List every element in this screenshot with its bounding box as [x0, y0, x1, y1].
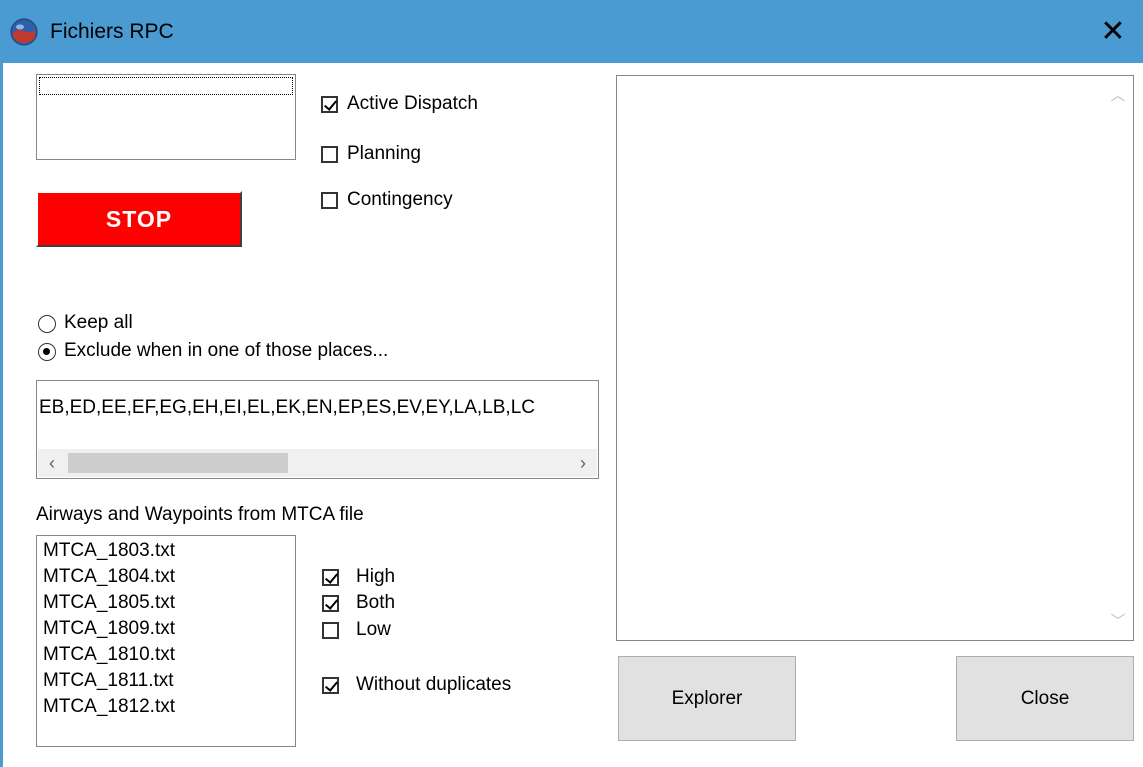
- scroll-left-icon[interactable]: ‹: [38, 449, 66, 477]
- globe-app-icon: [10, 18, 38, 46]
- close-icon: ✕: [1100, 15, 1126, 48]
- high-checkbox[interactable]: [322, 569, 339, 586]
- both-checkbox[interactable]: [322, 595, 339, 612]
- scroll-up-icon[interactable]: ︿: [1103, 82, 1133, 110]
- close-button[interactable]: Close: [956, 656, 1134, 741]
- status-listbox[interactable]: [36, 74, 296, 160]
- focus-rectangle: [39, 77, 293, 95]
- both-label[interactable]: Both: [356, 592, 395, 614]
- window-title: Fichiers RPC: [50, 20, 174, 43]
- list-item[interactable]: MTCA_1804.txt: [43, 564, 175, 590]
- exclude-places-radio[interactable]: [38, 343, 56, 361]
- scroll-right-icon[interactable]: ›: [569, 449, 597, 477]
- keep-all-radio[interactable]: [38, 315, 56, 333]
- list-item[interactable]: MTCA_1805.txt: [43, 590, 175, 616]
- fichiers-rpc-window: Fichiers RPC ✕ STOP Active Dispatch Plan…: [0, 0, 1143, 767]
- title-bar[interactable]: Fichiers RPC ✕: [0, 0, 1143, 63]
- low-checkbox[interactable]: [322, 622, 339, 639]
- exclude-places-label[interactable]: Exclude when in one of those places...: [64, 340, 388, 362]
- scroll-down-icon[interactable]: ﹀: [1103, 608, 1133, 636]
- list-item[interactable]: MTCA_1810.txt: [43, 642, 175, 668]
- planning-checkbox[interactable]: [321, 146, 338, 163]
- list-item[interactable]: MTCA_1803.txt: [43, 538, 175, 564]
- without-duplicates-checkbox[interactable]: [322, 677, 339, 694]
- explorer-button[interactable]: Explorer: [618, 656, 796, 741]
- places-input[interactable]: EB,ED,EE,EF,EG,EH,EI,EL,EK,EN,EP,ES,EV,E…: [36, 380, 599, 479]
- contingency-checkbox[interactable]: [321, 192, 338, 209]
- without-duplicates-label[interactable]: Without duplicates: [356, 674, 511, 696]
- output-list[interactable]: ︿ ﹀: [616, 75, 1134, 641]
- output-vertical-scrollbar[interactable]: ︿ ﹀: [1103, 76, 1133, 640]
- places-value: EB,ED,EE,EF,EG,EH,EI,EL,EK,EN,EP,ES,EV,E…: [39, 397, 536, 418]
- active-dispatch-label[interactable]: Active Dispatch: [347, 93, 478, 115]
- list-item[interactable]: MTCA_1809.txt: [43, 616, 175, 642]
- window-close-button[interactable]: ✕: [1083, 0, 1143, 63]
- contingency-label[interactable]: Contingency: [347, 189, 453, 211]
- low-label[interactable]: Low: [356, 619, 391, 641]
- stop-button[interactable]: STOP: [36, 191, 242, 247]
- keep-all-label[interactable]: Keep all: [64, 312, 133, 334]
- list-item[interactable]: MTCA_1811.txt: [43, 668, 174, 694]
- window-left-border: [0, 63, 3, 767]
- list-item[interactable]: MTCA_1812.txt: [43, 694, 175, 720]
- scrollbar-thumb[interactable]: [68, 453, 288, 473]
- planning-label[interactable]: Planning: [347, 143, 421, 165]
- places-horizontal-scrollbar[interactable]: ‹ ›: [38, 449, 597, 477]
- mtca-file-list[interactable]: MTCA_1803.txt MTCA_1804.txt MTCA_1805.tx…: [36, 535, 296, 747]
- mtca-files-label: Airways and Waypoints from MTCA file: [36, 504, 364, 525]
- active-dispatch-checkbox[interactable]: [321, 96, 338, 113]
- high-label[interactable]: High: [356, 566, 395, 588]
